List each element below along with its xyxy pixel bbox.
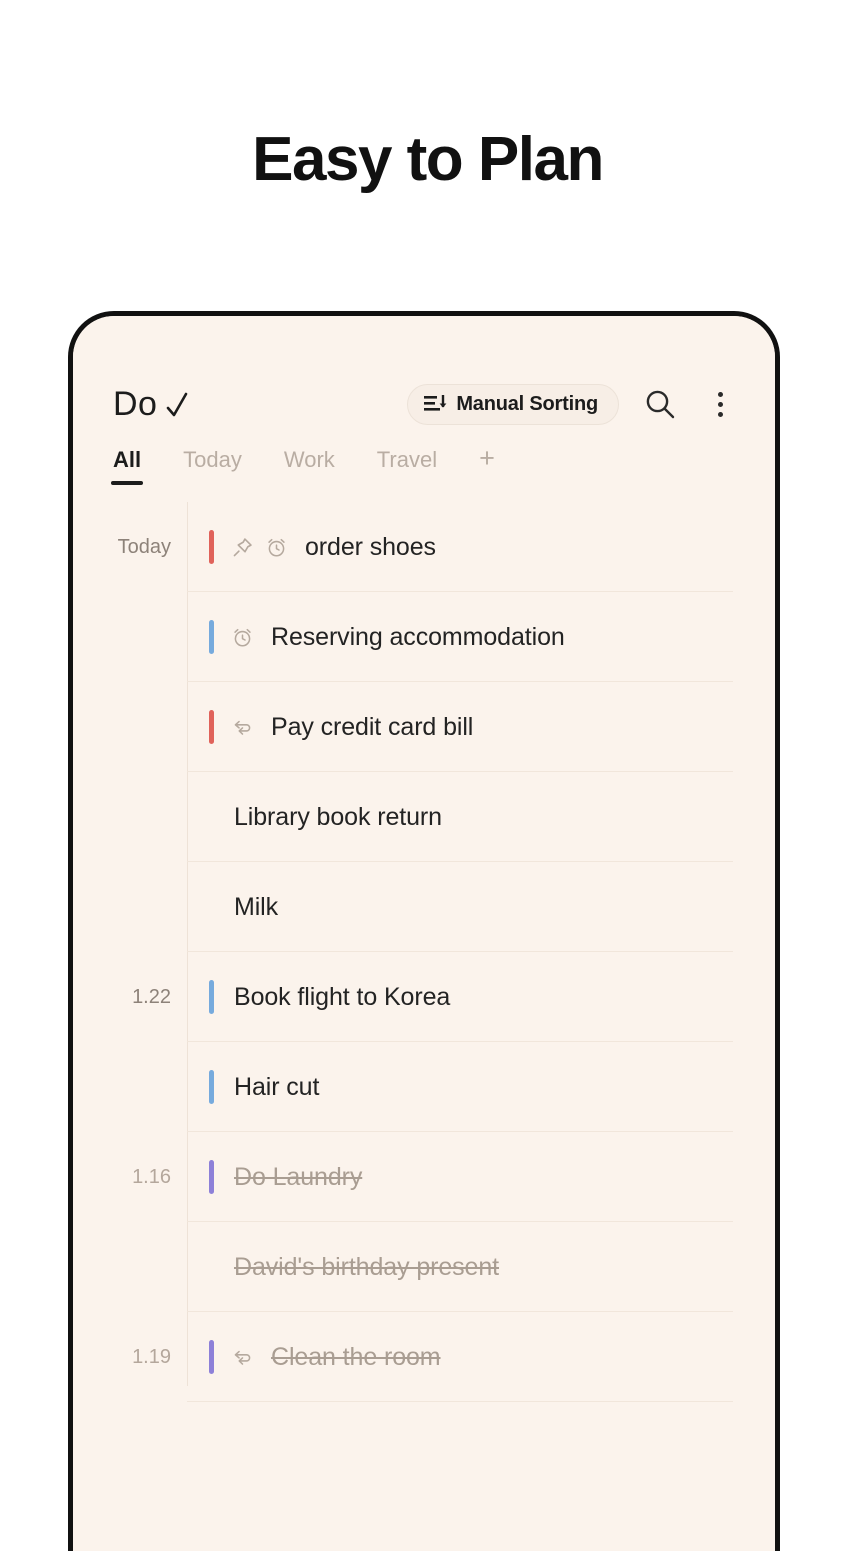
table-row[interactable]: Milk: [73, 862, 775, 952]
overflow-menu-button[interactable]: [701, 385, 739, 423]
task-title: Clean the room: [271, 1342, 441, 1371]
manual-sorting-button[interactable]: Manual Sorting: [407, 383, 619, 425]
tab-work[interactable]: Work: [284, 447, 335, 485]
search-button[interactable]: [641, 385, 679, 423]
task-content: Clean the room: [187, 1340, 775, 1374]
task-title: Book flight to Korea: [234, 982, 451, 1011]
priority-bar: [209, 1160, 214, 1194]
table-row[interactable]: Hair cut: [73, 1042, 775, 1132]
task-list: Today order shoes Reserving accommodatio…: [73, 502, 775, 1551]
add-tab-button[interactable]: +: [479, 445, 495, 481]
task-date: 1.22: [132, 985, 171, 1008]
task-icon-group: [231, 1346, 254, 1369]
task-content: Do Laundry: [187, 1160, 775, 1194]
task-title: David's birthday present: [234, 1252, 500, 1281]
task-content: Milk: [187, 893, 775, 922]
task-title: order shoes: [305, 532, 436, 561]
priority-bar: [209, 1070, 214, 1104]
table-row[interactable]: 1.16 Do Laundry: [73, 1132, 775, 1222]
alarm-icon: [265, 536, 288, 559]
task-title: Library book return: [234, 802, 442, 831]
task-content: Pay credit card bill: [187, 710, 775, 744]
task-title: Do Laundry: [234, 1162, 363, 1191]
task-content: David's birthday present: [187, 1253, 775, 1282]
app-logo: Do: [113, 387, 190, 421]
app-header: Do Manual Sorting: [73, 373, 775, 435]
task-content: Book flight to Korea: [187, 980, 775, 1014]
check-icon: [164, 390, 190, 420]
priority-bar: [209, 620, 214, 654]
table-row[interactable]: David's birthday present: [73, 1222, 775, 1312]
tab-today[interactable]: Today: [183, 447, 242, 485]
app-logo-text: Do: [113, 385, 158, 423]
task-icon-group: [231, 716, 254, 739]
task-title: Reserving accommodation: [271, 622, 565, 651]
manual-sorting-label: Manual Sorting: [456, 392, 598, 415]
priority-bar: [209, 530, 214, 564]
task-title: Pay credit card bill: [271, 712, 474, 741]
table-row[interactable]: 1.19 Clean the room: [73, 1312, 775, 1402]
alarm-icon: [231, 626, 254, 649]
priority-bar: [209, 1340, 214, 1374]
table-row[interactable]: 1.22 Book flight to Korea: [73, 952, 775, 1042]
task-content: Hair cut: [187, 1070, 775, 1104]
app-screen: Do Manual Sorting All Today Work Travel …: [73, 316, 775, 1551]
table-row[interactable]: Reserving accommodation: [73, 592, 775, 682]
priority-bar: [209, 710, 214, 744]
phone-frame: Do Manual Sorting All Today Work Travel …: [68, 311, 780, 1551]
task-date: 1.16: [132, 1165, 171, 1188]
header-actions: Manual Sorting: [407, 383, 739, 425]
search-icon: [643, 387, 677, 421]
pin-icon: [231, 536, 254, 559]
page-title: Easy to Plan: [252, 125, 604, 194]
tab-all[interactable]: All: [110, 447, 144, 485]
priority-bar: [209, 980, 214, 1014]
more-vertical-icon: [717, 391, 723, 397]
table-row[interactable]: Pay credit card bill: [73, 682, 775, 772]
task-title: Milk: [234, 892, 279, 921]
table-row[interactable]: Library book return: [73, 772, 775, 862]
task-content: order shoes: [187, 530, 775, 564]
more-vertical-icon-dot3: [717, 411, 723, 417]
repeat-icon: [231, 716, 254, 739]
task-content: Library book return: [187, 803, 775, 832]
repeat-icon: [231, 1346, 254, 1369]
sort-icon: [424, 394, 447, 414]
table-row[interactable]: Today order shoes: [73, 502, 775, 592]
task-icon-group: [231, 536, 288, 559]
tab-bar: All Today Work Travel +: [110, 445, 775, 499]
task-icon-group: [231, 626, 254, 649]
task-date: 1.19: [132, 1345, 171, 1368]
task-title: Hair cut: [234, 1072, 320, 1101]
task-content: Reserving accommodation: [187, 620, 775, 654]
more-vertical-icon-dot2: [717, 401, 723, 407]
tab-travel[interactable]: Travel: [377, 447, 437, 485]
task-date: Today: [117, 535, 171, 558]
